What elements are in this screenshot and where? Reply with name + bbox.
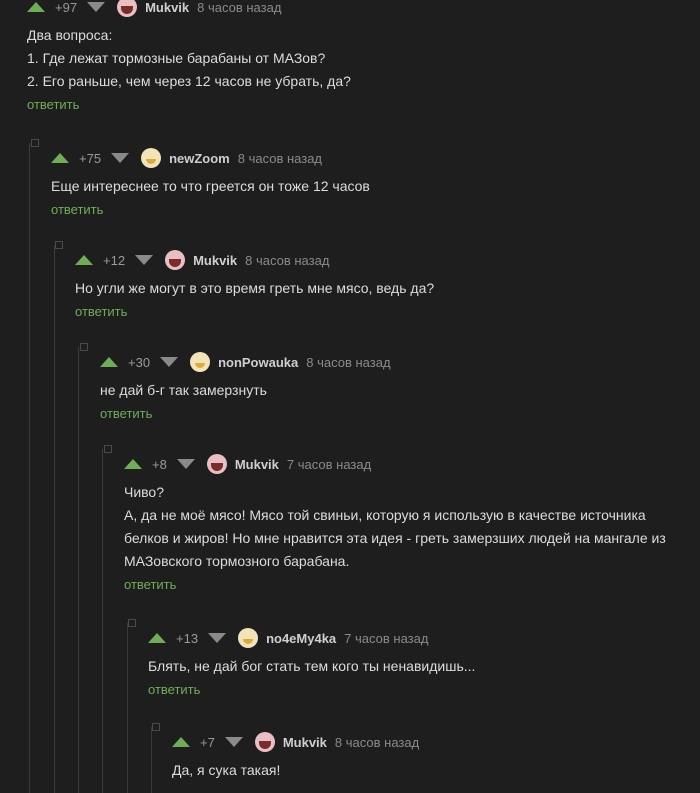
reply-link[interactable]: ответить bbox=[27, 97, 700, 112]
reply-link[interactable]: ответить bbox=[75, 304, 700, 319]
comment-body: Два вопроса: 1. Где лежат тормозные бараб… bbox=[27, 24, 700, 93]
comment-author[interactable]: Mukvik bbox=[193, 253, 237, 268]
comment-header: +8 Mukvik 7 часов назад bbox=[124, 453, 700, 475]
collapse-toggle[interactable] bbox=[152, 723, 160, 731]
upvote-icon[interactable] bbox=[172, 737, 190, 747]
comment: +75 newZoom 8 часов назад Еще интереснее то… bbox=[31, 139, 700, 217]
comment-author[interactable]: Mukvik bbox=[283, 735, 327, 750]
comment-time[interactable]: 8 часов назад bbox=[197, 0, 281, 15]
downvote-icon[interactable] bbox=[111, 153, 130, 163]
downvote-icon[interactable] bbox=[176, 459, 195, 469]
comment-text-line: 1. Где лежат тормозные барабаны от МАЗов… bbox=[27, 50, 326, 66]
upvote-icon[interactable] bbox=[27, 2, 45, 12]
avatar[interactable] bbox=[206, 454, 227, 474]
comment-text-line: МАЗовского тормозного барабана. bbox=[124, 553, 350, 569]
comment-body: Чиво? А, да не моё мясо! Мясо той свиньи,… bbox=[124, 481, 700, 573]
avatar[interactable] bbox=[165, 250, 186, 270]
comment-header: +13 no4eMy4ka 7 часов назад bbox=[148, 627, 700, 649]
upvote-icon[interactable] bbox=[100, 357, 118, 367]
downvote-icon[interactable] bbox=[160, 357, 179, 367]
comment-body: Но угли же могут в это время греть мне м… bbox=[75, 277, 700, 300]
comment-header: +75 newZoom 8 часов назад bbox=[51, 147, 700, 169]
comment: +7 Mukvik 8 часов назад Да, я сука такая! bbox=[152, 723, 700, 782]
avatar[interactable] bbox=[254, 732, 275, 752]
comment-header: +12 Mukvik 8 часов назад bbox=[75, 249, 700, 271]
comment-time[interactable]: 7 часов назад bbox=[344, 631, 428, 646]
comment-time[interactable]: 7 часов назад bbox=[287, 457, 371, 472]
collapse-toggle[interactable] bbox=[128, 619, 136, 627]
upvote-icon[interactable] bbox=[51, 153, 69, 163]
reply-link[interactable]: ответить bbox=[51, 202, 700, 217]
collapse-toggle[interactable] bbox=[80, 343, 88, 351]
comment-body: Еще интереснее то что греется он тоже 12… bbox=[51, 175, 700, 198]
comment: +30 nonPowauka 8 часов назад не дай б-г так… bbox=[80, 343, 700, 421]
comment-text-line: Чиво? bbox=[124, 484, 165, 500]
downvote-icon[interactable] bbox=[87, 2, 106, 12]
thread-line[interactable] bbox=[127, 623, 128, 793]
comment-text-line: А, да не моё мясо! Мясо той свиньи, кото… bbox=[124, 507, 646, 523]
comment: +97 Mukvik 8 часов назад Два вопроса: 1. Где… bbox=[27, 0, 700, 112]
comment-score: +7 bbox=[200, 734, 215, 750]
comment-author[interactable]: nonPowauka bbox=[218, 355, 298, 370]
comment-score: +12 bbox=[103, 252, 126, 268]
thread-line[interactable] bbox=[78, 347, 79, 793]
thread-line[interactable] bbox=[29, 143, 30, 793]
thread-line[interactable] bbox=[151, 727, 152, 793]
comment: +13 no4eMy4ka 7 часов назад Блять, не дай б… bbox=[128, 619, 700, 697]
upvote-icon[interactable] bbox=[124, 459, 142, 469]
upvote-icon[interactable] bbox=[75, 255, 93, 265]
comment-header: +7 Mukvik 8 часов назад bbox=[172, 731, 700, 753]
thread-line[interactable] bbox=[102, 449, 103, 793]
avatar[interactable] bbox=[190, 352, 211, 372]
reply-link[interactable]: ответить bbox=[148, 682, 700, 697]
collapse-toggle[interactable] bbox=[104, 445, 112, 453]
avatar[interactable] bbox=[117, 0, 138, 17]
avatar[interactable] bbox=[141, 148, 162, 168]
comment-text-line: не дай б-г так замерзнуть bbox=[100, 382, 267, 398]
upvote-icon[interactable] bbox=[148, 633, 166, 643]
comment-time[interactable]: 8 часов назад bbox=[238, 151, 322, 166]
collapse-toggle[interactable] bbox=[31, 139, 39, 147]
comment-header: +30 nonPowauka 8 часов назад bbox=[100, 351, 700, 373]
downvote-icon[interactable] bbox=[224, 737, 243, 747]
comment-score: +75 bbox=[79, 150, 102, 166]
reply-link[interactable]: ответить bbox=[124, 577, 700, 592]
comment-header: +97 Mukvik 8 часов назад bbox=[27, 0, 700, 18]
comment-author[interactable]: no4eMy4ka bbox=[266, 631, 336, 646]
comment-text-line: Да, я сука такая! bbox=[172, 762, 281, 778]
comment-text-line: Но угли же могут в это время греть мне м… bbox=[75, 280, 435, 296]
comment-text-line: Блять, не дай бог стать тем кого ты нена… bbox=[148, 658, 476, 674]
avatar[interactable] bbox=[238, 628, 259, 648]
comment-thread: +97 Mukvik 8 часов назад Два вопроса: 1. Где… bbox=[0, 0, 700, 793]
downvote-icon[interactable] bbox=[135, 255, 154, 265]
comment-score: +30 bbox=[128, 354, 151, 370]
comment-text-line: белков и жиров! Но мне нравится эта идея… bbox=[124, 530, 666, 546]
thread-line[interactable] bbox=[54, 245, 55, 793]
comment: +12 Mukvik 8 часов назад Но угли же могут в… bbox=[55, 241, 700, 319]
comment-score: +13 bbox=[176, 630, 199, 646]
comment-body: не дай б-г так замерзнуть bbox=[100, 379, 700, 402]
comment-body: Блять, не дай бог стать тем кого ты нена… bbox=[148, 655, 700, 678]
comment-text-line: Два вопроса: bbox=[27, 27, 113, 43]
comment-text-line: 2. Его раньше, чем через 12 часов не убр… bbox=[27, 73, 351, 89]
collapse-toggle[interactable] bbox=[55, 241, 63, 249]
comment-author[interactable]: newZoom bbox=[169, 151, 230, 166]
comment-time[interactable]: 8 часов назад bbox=[335, 735, 419, 750]
comment-time[interactable]: 8 часов назад bbox=[306, 355, 390, 370]
downvote-icon[interactable] bbox=[208, 633, 227, 643]
comment-author[interactable]: Mukvik bbox=[235, 457, 279, 472]
comment-text-line: Еще интереснее то что греется он тоже 12… bbox=[51, 178, 370, 194]
comment-author[interactable]: Mukvik bbox=[145, 0, 189, 15]
comment-score: +97 bbox=[55, 0, 78, 15]
reply-link[interactable]: ответить bbox=[100, 406, 700, 421]
comment-score: +8 bbox=[152, 456, 167, 472]
comment-body: Да, я сука такая! bbox=[172, 759, 700, 782]
comment: +8 Mukvik 7 часов назад Чиво? А, да не моё м… bbox=[104, 445, 700, 592]
comment-time[interactable]: 8 часов назад bbox=[245, 253, 329, 268]
